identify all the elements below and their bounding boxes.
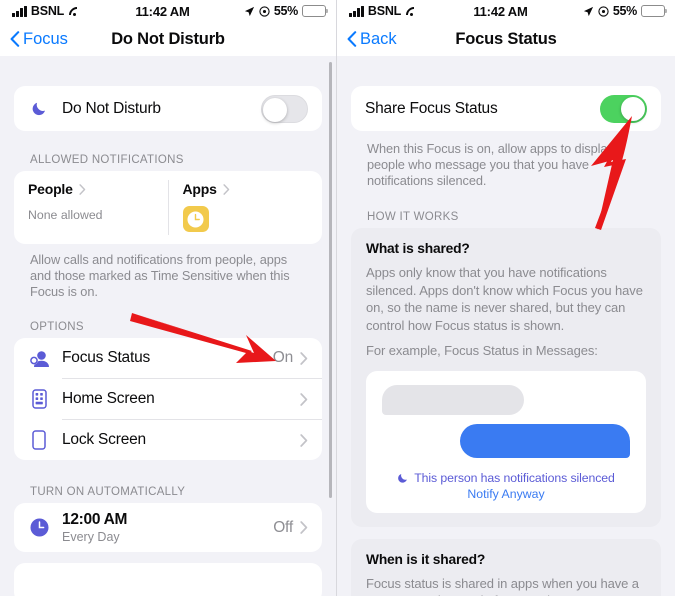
battery-percent-label: 55%	[273, 4, 298, 18]
allowed-footnote: Allow calls and notifications from peopl…	[30, 252, 290, 299]
share-focus-status-toggle[interactable]	[600, 94, 647, 123]
location-arrow-icon	[583, 6, 593, 16]
apps-title-row: Apps	[183, 181, 309, 197]
left-scroll-body: Do Not Disturb ALLOWED NOTIFICATIONS Peo…	[0, 56, 336, 596]
dual-screenshot: BSNL 11:42 AM 55% Focus Do Not Disturb D…	[0, 0, 675, 596]
focus-status-value: On	[272, 349, 293, 366]
dnd-card: Do Not Disturb	[14, 86, 322, 131]
left-phone-screen: BSNL 11:42 AM 55% Focus Do Not Disturb D…	[0, 0, 337, 596]
clock-app-icon[interactable]	[182, 206, 209, 232]
option-row-focus-status[interactable]: Focus Status On	[14, 338, 322, 378]
people-label: People	[28, 181, 73, 197]
allowed-notifications-card: People None allowed Apps	[14, 171, 322, 244]
wifi-icon	[405, 6, 418, 17]
nav-bar-left: Focus Do Not Disturb	[0, 22, 336, 56]
next-card-partial[interactable]	[14, 563, 322, 596]
orientation-lock-icon	[598, 5, 609, 17]
battery-icon	[302, 5, 328, 17]
cellular-signal-icon	[349, 5, 364, 17]
share-focus-status-label: Share Focus Status	[365, 99, 498, 117]
status-bar-right-group: 55%	[244, 4, 328, 18]
when-is-it-shared-card: When is it shared? Focus status is share…	[351, 538, 661, 596]
orientation-lock-icon	[259, 5, 270, 17]
clock-icon	[28, 517, 50, 538]
schedule-time: 12:00 AM	[62, 511, 128, 528]
home-screen-icon	[28, 389, 50, 409]
turn-on-automatically-header: TURN ON AUTOMATICALLY	[30, 486, 186, 498]
nav-bar-right: Back Focus Status	[337, 22, 675, 56]
allowed-notifications-header: ALLOWED NOTIFICATIONS	[30, 154, 184, 166]
scrollbar-left[interactable]	[329, 62, 332, 498]
chevron-right-icon	[300, 433, 308, 447]
chevron-left-icon	[10, 31, 20, 47]
back-button-focus[interactable]: Focus	[10, 30, 68, 49]
carrier-label: BSNL	[30, 4, 65, 18]
outgoing-message-bubble	[460, 423, 630, 458]
notifications-silenced-label: This person has notifications silenced	[414, 470, 615, 485]
options-card: Focus Status On Home Screen Lock Screen	[14, 338, 322, 460]
schedule-repeat: Every Day	[62, 530, 120, 544]
option-row-home-screen[interactable]: Home Screen	[14, 379, 322, 419]
status-bar-right-group: 55%	[583, 4, 667, 18]
carrier-label: BSNL	[367, 4, 402, 18]
people-subtitle: None allowed	[28, 208, 103, 222]
option-row-lock-screen[interactable]: Lock Screen	[14, 420, 322, 460]
battery-percent-label: 55%	[612, 4, 637, 18]
people-title-row: People	[28, 181, 154, 197]
apps-cell[interactable]: Apps	[169, 171, 323, 244]
schedule-value: Off	[273, 518, 293, 536]
back-button-label: Back	[360, 29, 397, 48]
status-bar-left: BSNL 11:42 AM 55%	[0, 0, 336, 22]
dnd-row[interactable]: Do Not Disturb	[14, 86, 322, 131]
what-is-shared-example-caption: For example, Focus Status in Messages:	[366, 343, 598, 358]
clock-label: 11:42 AM	[473, 3, 528, 19]
moon-icon	[398, 473, 408, 483]
option-label: Focus Status	[62, 349, 151, 366]
share-focus-status-row[interactable]: Share Focus Status	[351, 86, 661, 131]
schedule-card: 12:00 AM Every Day Off	[14, 503, 322, 552]
wifi-icon	[68, 6, 81, 17]
share-focus-status-card: Share Focus Status	[351, 86, 661, 131]
clock-label: 11:42 AM	[135, 3, 190, 19]
dnd-toggle[interactable]	[261, 94, 308, 123]
chevron-right-icon	[79, 183, 85, 195]
people-cell[interactable]: People None allowed	[14, 171, 168, 244]
right-scroll-body: Share Focus Status When this Focus is on…	[337, 56, 675, 596]
location-arrow-icon	[244, 6, 254, 16]
lock-screen-icon	[28, 430, 50, 450]
back-button[interactable]: Back	[347, 30, 397, 49]
what-is-shared-card: What is shared? Apps only know that you …	[351, 228, 661, 527]
notify-anyway-link[interactable]: Notify Anyway	[382, 487, 630, 501]
option-label: Lock Screen	[62, 431, 146, 448]
when-is-it-shared-body: Focus status is shared in apps when you …	[366, 575, 639, 596]
focus-status-icon	[28, 349, 50, 368]
status-bar-left-group: BSNL	[349, 4, 418, 18]
moon-icon	[28, 100, 50, 117]
how-it-works-header: HOW IT WORKS	[367, 211, 459, 223]
what-is-shared-title: What is shared?	[366, 241, 470, 256]
chevron-right-icon	[223, 183, 229, 195]
dnd-label: Do Not Disturb	[62, 99, 161, 117]
apps-label: Apps	[182, 181, 217, 197]
what-is-shared-body: Apps only know that you have notificatio…	[366, 265, 643, 333]
status-bar-left-group: BSNL	[12, 4, 81, 18]
status-bar-right: BSNL 11:42 AM 55%	[337, 0, 675, 22]
messages-preview-card: This person has notifications silenced N…	[366, 370, 646, 513]
share-focus-footnote: When this Focus is on, allow apps to dis…	[367, 141, 614, 188]
cellular-signal-icon	[12, 5, 27, 17]
option-label: Home Screen	[62, 390, 155, 407]
notifications-silenced-row: This person has notifications silenced	[382, 471, 630, 485]
battery-icon	[641, 5, 667, 17]
chevron-right-icon	[300, 392, 308, 406]
schedule-row[interactable]: 12:00 AM Every Day Off	[14, 503, 322, 552]
incoming-message-bubble	[382, 384, 524, 415]
chevron-left-icon	[347, 31, 357, 47]
right-phone-screen: BSNL 11:42 AM 55% Back Focus Status Shar…	[337, 0, 675, 596]
back-button-label: Focus	[23, 29, 68, 48]
when-is-it-shared-title: When is it shared?	[366, 551, 486, 567]
options-header: OPTIONS	[30, 321, 84, 333]
schedule-text: 12:00 AM Every Day	[62, 511, 127, 544]
chevron-right-icon	[300, 351, 308, 365]
chevron-right-icon	[300, 521, 308, 534]
